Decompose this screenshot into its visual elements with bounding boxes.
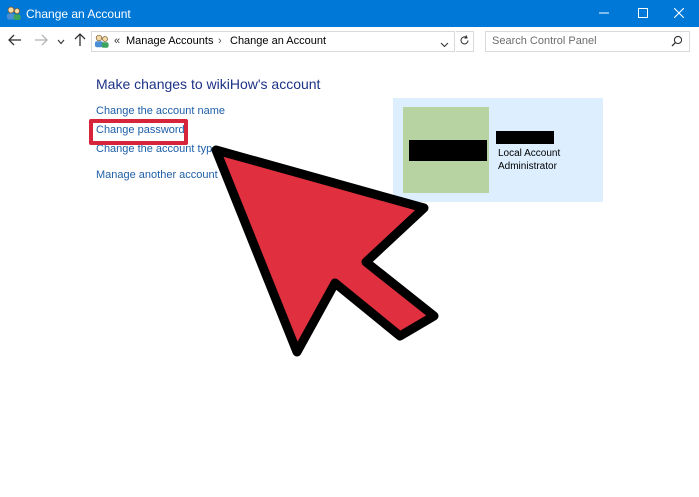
search-icon[interactable]	[671, 35, 683, 50]
search-box[interactable]: Search Control Panel	[485, 31, 690, 52]
users-icon	[6, 6, 22, 21]
window-title: Change an Account	[26, 7, 131, 21]
breadcrumb-change-an-account[interactable]: Change an Account	[230, 35, 326, 47]
forward-button[interactable]	[33, 33, 49, 49]
breadcrumb-overflow[interactable]: «	[114, 35, 120, 47]
navigation-bar: « Manage Accounts › Change an Account Se…	[0, 27, 699, 57]
arrow-left-icon	[8, 34, 22, 49]
account-card: Local Account Administrator	[393, 98, 603, 202]
manage-another-account-link[interactable]: Manage another account	[96, 169, 218, 181]
back-button[interactable]	[7, 33, 23, 49]
chevron-down-icon	[57, 34, 65, 48]
control-panel-icon	[94, 34, 110, 49]
pointer-arrow-icon	[211, 145, 439, 357]
arrow-up-icon	[74, 32, 86, 50]
minimize-icon	[599, 7, 609, 21]
search-input[interactable]: Search Control Panel	[492, 35, 597, 47]
maximize-icon	[638, 7, 648, 21]
account-type-label: Local Account	[498, 148, 561, 159]
redaction-bar	[409, 140, 487, 161]
up-button[interactable]	[72, 32, 88, 50]
chevron-down-icon[interactable]	[440, 37, 449, 51]
redaction-bar	[496, 131, 554, 144]
account-role-label: Administrator	[498, 161, 557, 172]
close-icon	[673, 7, 685, 21]
refresh-icon	[459, 34, 470, 49]
breadcrumb-separator[interactable]: ›	[218, 35, 222, 47]
highlight-box	[89, 119, 188, 145]
close-button[interactable]	[656, 0, 699, 27]
address-bar[interactable]: « Manage Accounts › Change an Account	[91, 31, 455, 52]
arrow-right-icon	[34, 34, 48, 49]
breadcrumb-manage-accounts[interactable]: Manage Accounts	[126, 35, 213, 47]
refresh-button[interactable]	[456, 31, 474, 52]
change-account-name-link[interactable]: Change the account name	[96, 105, 225, 117]
title-bar: Change an Account	[0, 0, 699, 27]
recent-locations-button[interactable]	[55, 33, 67, 49]
page-heading: Make changes to wikiHow's account	[96, 76, 321, 92]
